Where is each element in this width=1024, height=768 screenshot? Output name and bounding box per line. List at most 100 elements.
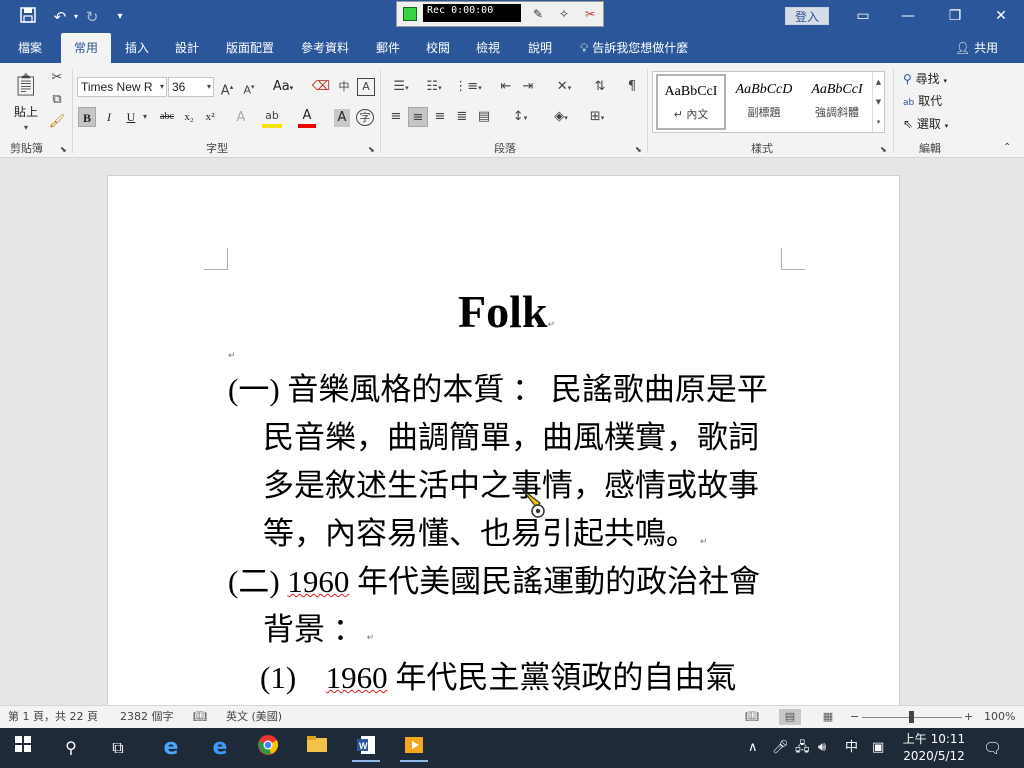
edge-icon[interactable]: e [206,734,234,762]
zoom-in-icon[interactable]: + [964,706,973,728]
clipboard-launcher-icon[interactable]: ⬊ [60,141,67,159]
paragraph-1-line-1[interactable]: (一) 音樂風格的本質 ： 民謠歌曲原是平 [228,366,768,414]
select-button[interactable]: ⇖ 選取 ▾ [903,114,948,134]
network-icon[interactable]: 🖧 [795,728,810,768]
tool-icon[interactable]: ✧ [555,5,573,23]
borders-icon[interactable]: ⊞▾ [582,107,612,127]
task-view-icon[interactable]: ⧉ [104,734,132,762]
web-layout-icon[interactable]: ▦ [817,709,839,725]
underline-button[interactable]: U [122,107,140,127]
save-icon[interactable] [18,7,38,27]
italic-button[interactable]: I [100,107,118,127]
system-clock[interactable]: 上午 10:11 2020/5/12 [895,731,973,765]
notification-icon[interactable]: 🗨︎ [983,728,1002,768]
multilevel-list-icon[interactable]: ⋮≡▾ [453,78,483,97]
bold-button[interactable]: B [78,107,96,127]
collapse-ribbon-icon[interactable]: ⌃ [1003,139,1011,157]
share-button[interactable]: 👤︎ 共用 [955,33,998,63]
cut-icon[interactable]: ✂ [48,69,66,87]
internet-explorer-icon[interactable]: e [157,734,185,762]
font-launcher-icon[interactable]: ⬊ [368,141,375,159]
word-count[interactable]: 2382 個字 [120,706,174,728]
grow-font-icon[interactable]: A▴ [218,78,236,100]
restore-icon[interactable]: ❐ [940,6,970,26]
word-icon[interactable]: W [352,734,380,762]
text-effects-icon[interactable]: A [232,109,250,127]
paragraph-launcher-icon[interactable]: ⬊ [635,141,642,159]
subscript-button[interactable]: x₂ [180,107,198,127]
tab-design[interactable]: 設計 [168,33,206,63]
proofing-icon[interactable]: 📖︎ [193,706,207,728]
text-direction-icon[interactable]: ✕▾ [550,78,578,97]
font-name-box[interactable]: Times New R ▾ [77,77,167,97]
tell-me-search[interactable]: 💡︎ 告訴我您想做什麼 [580,33,688,63]
zoom-level[interactable]: 100% [984,706,1015,728]
line-spacing-icon[interactable]: ↕▾ [505,107,535,127]
paragraph-1-line-3[interactable]: 多是敘述生活中之事情，感情或故事 [263,462,759,510]
enclose-characters-icon[interactable]: 字 [356,109,374,126]
superscript-button[interactable]: x² [201,107,219,127]
ime-mode-icon[interactable]: ▣ [872,728,884,768]
zoom-slider-thumb[interactable] [909,711,914,723]
tab-references[interactable]: 參考資料 [295,33,355,63]
paragraph-2-line-1[interactable]: (二) 1960 年代美國民謠運動的政治社會 [228,558,760,606]
tab-layout[interactable]: 版面配置 [220,33,280,63]
windows-start-icon[interactable] [9,734,37,762]
style-subtitle[interactable]: AaBbCcD 副標題 [729,74,799,130]
distributed-icon[interactable]: ▤ [474,107,494,127]
ribbon-display-options-icon[interactable]: ▭ [848,6,878,26]
tab-view[interactable]: 檢視 [470,33,506,63]
show-formatting-icon[interactable]: ¶ [622,78,642,96]
change-case-button[interactable]: Aa▾ [268,78,298,97]
read-mode-icon[interactable]: 📖︎ [741,709,763,725]
paragraph-1-line-2[interactable]: 民音樂，曲調簡單，曲風樸實，歌詞 [263,414,759,462]
more-styles-icon[interactable]: ▾ [873,112,884,132]
microphone-icon[interactable]: 🎤︎ [772,728,789,768]
tab-file[interactable]: 檔案 [8,33,52,63]
styles-launcher-icon[interactable]: ⬊ [880,141,887,159]
bullets-icon[interactable]: ☰▾ [387,78,415,97]
clipboard-icon[interactable]: 📋︎ [12,69,40,103]
character-border-icon[interactable]: A [357,78,375,96]
volume-icon[interactable]: 🔊︎ [818,728,826,768]
file-explorer-icon[interactable] [303,734,331,762]
clear-formatting-icon[interactable]: ⌫ [311,78,331,96]
phonetic-guide-icon[interactable]: 中 [334,78,354,96]
styles-scrollbar[interactable]: ▲ ▼ ▾ [872,72,884,132]
style-normal[interactable]: AaBbCcI ↵ 內文 [656,74,726,130]
align-right-icon[interactable]: ≡ [430,107,450,127]
shading-icon[interactable]: ◈▾ [546,107,576,127]
align-center-icon[interactable]: ≡ [408,107,428,127]
tab-home[interactable]: 常用 [61,33,111,63]
font-size-box[interactable]: 36 ▾ [168,77,214,97]
zoom-out-icon[interactable]: − [850,706,859,728]
replace-button[interactable]: ab 取代 [903,91,942,111]
scroll-up-icon[interactable]: ▲ [873,72,884,92]
customize-toolbar-icon[interactable]: ▾ [110,7,130,27]
recorder-app-icon[interactable] [400,734,428,762]
language-indicator[interactable]: 英文 (美國) [226,706,282,728]
format-painter-icon[interactable]: 🖌︎ [48,113,66,131]
decrease-indent-icon[interactable]: ⇤ [496,78,516,96]
minimize-icon[interactable]: — [893,6,923,26]
justify-icon[interactable]: ≣ [452,107,472,127]
document-area[interactable]: Folk↵ ↵ (一) 音樂風格的本質 ： 民謠歌曲原是平 民音樂，曲調簡單，曲… [0,158,1024,705]
style-emphasis[interactable]: AaBbCcI 強調斜體 [802,74,872,130]
align-left-icon[interactable]: ≡ [386,107,406,127]
input-method-indicator[interactable]: 中 [845,728,858,768]
show-hidden-icons[interactable]: ∧ [748,728,758,768]
numbering-icon[interactable]: ☷▾ [420,78,448,97]
find-button[interactable]: ⚲ 尋找 ▾ [903,69,947,89]
page-count[interactable]: 第 1 頁，共 22 頁 [8,706,98,728]
increase-indent-icon[interactable]: ⇥ [518,78,538,96]
font-color-icon[interactable]: A [298,108,316,128]
copy-icon[interactable]: ⧉ [48,91,66,109]
pen-icon[interactable]: ✎ [529,5,547,23]
login-button[interactable]: 登入 [785,7,829,25]
redo-icon[interactable]: ↻ [82,7,102,27]
chrome-icon[interactable] [254,734,282,762]
character-shading-icon[interactable]: A [334,109,350,127]
underline-dropdown-icon[interactable]: ▾ [140,108,150,126]
tab-help[interactable]: 說明 [522,33,558,63]
close-icon[interactable]: ✕ [986,6,1016,26]
